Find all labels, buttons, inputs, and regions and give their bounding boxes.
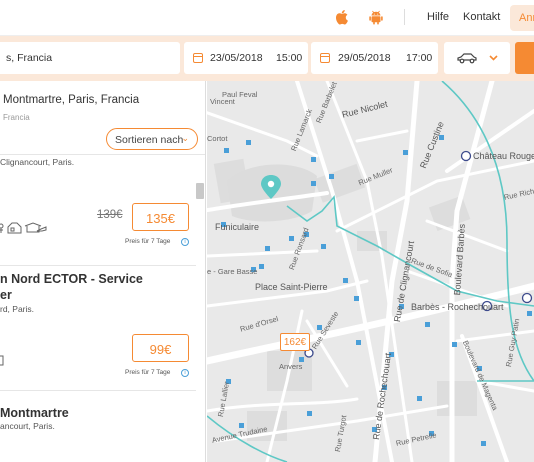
login-button[interactable]: Anmelden [510,5,534,31]
start-date-field[interactable]: 23/05/2018 15:00 [184,42,308,74]
calendar-icon [320,53,330,63]
results-title: Montmartre, Paris, Francia [3,94,140,106]
map-label: Place Saint-Pierre [255,282,328,292]
map-label: e - Gare Basse [207,267,258,276]
card-name: n Nord ECTOR - Service [0,272,143,286]
location-input[interactable]: s, Francia [0,42,180,74]
chevron-down-icon: ⌄ [181,133,189,143]
map-label: Funiculaire [215,222,260,232]
results-subtitle: Francia [3,113,30,122]
map-label: Barbès - Rochechouart [411,302,504,312]
calendar-icon [193,53,203,63]
card-address: Clignancourt, Paris. [0,157,75,167]
search-button[interactable] [515,42,534,74]
help-link[interactable]: Hilfe [427,11,449,23]
feature-icons [0,222,47,234]
results-header: Montmartre, Paris, Francia Francia Sorti… [0,81,205,155]
card-name: Montmartre [0,406,69,420]
price-note: Preis für 7 Tage [125,238,171,245]
info-icon[interactable]: i [181,369,189,377]
end-time: 17:00 [406,52,433,64]
android-icon[interactable] [369,9,383,25]
end-date-field[interactable]: 29/05/2018 17:00 [311,42,438,74]
sort-dropdown[interactable]: Sortieren nach ⌄ [106,128,198,150]
start-time: 15:00 [276,52,303,64]
map-label: Cortot [207,134,228,143]
map-label: Anvers [279,362,303,371]
price-button[interactable]: 135€ [132,203,189,231]
parking-card[interactable]: Montmartre ancourt, Paris. [0,391,196,462]
apple-icon[interactable] [335,9,349,25]
card-name-line2: er [0,288,12,302]
feature-icon [0,355,4,366]
map[interactable]: Paul Feval Vincent Rue Barbelet Rue Lama… [207,81,534,462]
contact-link[interactable]: Kontakt [463,11,500,23]
sort-label: Sortieren nach [115,134,184,146]
price-button[interactable]: 99€ [132,334,189,362]
results-list: Montmartre, Paris, Francia Francia Sorti… [0,81,206,462]
chevron-down-icon [489,55,498,61]
card-address: rd, Paris. [0,304,35,314]
old-price: 139€ [97,209,123,221]
car-icon [457,53,477,64]
scrollbar-thumb[interactable] [196,183,204,199]
map-price-marker[interactable]: 162€ [280,333,310,351]
info-icon[interactable]: i [181,238,189,246]
end-date: 29/05/2018 [338,52,391,64]
search-bar: s, Francia 23/05/2018 15:00 29/05/2018 1… [0,36,534,81]
parking-card[interactable]: n Nord ECTOR - Service er rd, Paris. 99€… [0,266,196,391]
map-label: Château Rouge [473,151,534,161]
start-date: 23/05/2018 [210,52,263,64]
divider [404,9,405,25]
card-address: ancourt, Paris. [0,421,55,431]
price-note: Preis für 7 Tage [125,369,171,376]
map-label: Vincent [210,97,235,106]
top-bar: Hilfe Kontakt Anmelden [0,0,534,36]
parking-card[interactable]: Clignancourt, Paris. 139€ 135€ Preis für… [0,155,196,266]
vehicle-type-select[interactable] [444,42,510,74]
